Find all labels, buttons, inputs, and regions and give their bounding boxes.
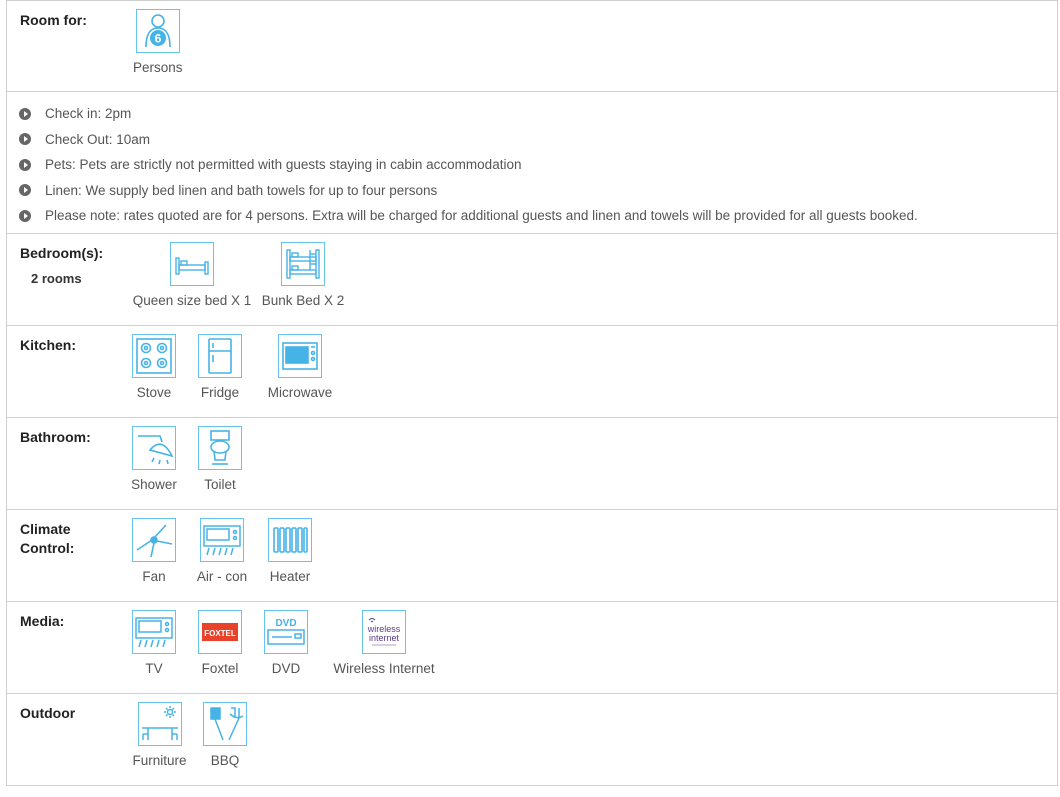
- persons-item: 6 Persons: [133, 9, 183, 75]
- fridge-icon: [198, 334, 242, 378]
- note-item: Check in: 2pm: [19, 101, 1057, 127]
- amenity-label: Fan: [142, 569, 166, 584]
- bunk-bed-icon: [281, 242, 325, 286]
- note-item: Please note: rates quoted are for 4 pers…: [19, 203, 1057, 229]
- kitchen-label: Kitchen:: [20, 337, 76, 353]
- note-item: Check Out: 10am: [19, 127, 1057, 153]
- amenity-label: Microwave: [267, 385, 333, 400]
- kitchen-section: Kitchen: Stove Fridge Microwave: [7, 326, 1057, 418]
- media-label: Media:: [20, 613, 65, 629]
- amenity-label: Foxtel: [201, 661, 239, 676]
- room-for-label: Room for:: [20, 12, 87, 28]
- amenity-bbq: BBQ: [202, 702, 248, 768]
- heater-icon: [268, 518, 312, 562]
- dvd-logo-text: DVD: [275, 618, 296, 629]
- amenity-label: Queen size bed X 1: [132, 293, 252, 308]
- amenity-queen-bed: Queen size bed X 1: [131, 242, 253, 308]
- microwave-icon: [278, 334, 322, 378]
- amenity-foxtel: FOXTEL Foxtel: [197, 610, 243, 676]
- foxtel-logo-text: FOXTEL: [204, 629, 236, 638]
- arrow-bullet-icon: [19, 158, 31, 171]
- room-for-section: Room for: 6 Persons: [7, 1, 1057, 92]
- persons-label: Persons: [133, 60, 183, 75]
- amenity-furniture: Furniture: [131, 702, 188, 768]
- notes-section: Check in: 2pm Check Out: 10am Pets: Pets…: [7, 92, 1057, 234]
- note-text: Linen: We supply bed linen and bath towe…: [45, 182, 438, 198]
- amenity-tv: TV: [131, 610, 177, 676]
- amenity-label: Toilet: [204, 477, 236, 492]
- amenity-heater: Heater: [267, 518, 313, 584]
- amenity-stove: Stove: [131, 334, 177, 400]
- amenity-label: Stove: [136, 385, 172, 400]
- amenity-bunk-bed: Bunk Bed X 2: [253, 242, 353, 308]
- persons-count: 6: [154, 32, 161, 46]
- note-text: Check in: 2pm: [45, 106, 132, 122]
- bbq-icon: [203, 702, 247, 746]
- amenities-panel: Room for: 6 Persons Check in: 2pm Check …: [6, 0, 1058, 786]
- foxtel-logo-icon: FOXTEL: [198, 610, 242, 654]
- amenity-fan: Fan: [131, 518, 177, 584]
- notes-list: Check in: 2pm Check Out: 10am Pets: Pets…: [7, 92, 1057, 229]
- stove-icon: [132, 334, 176, 378]
- bedrooms-section: Bedroom(s): 2 rooms Queen size bed X 1 B…: [7, 234, 1057, 326]
- amenity-label: Wireless Internet: [333, 661, 435, 676]
- amenity-label: Heater: [269, 569, 311, 584]
- amenity-label: TV: [145, 661, 163, 676]
- amenity-label: Furniture: [132, 753, 187, 768]
- bathroom-label: Bathroom:: [20, 429, 91, 445]
- amenity-label: Air - con: [196, 569, 248, 584]
- amenity-label: DVD: [271, 661, 301, 676]
- amenity-label: Shower: [131, 477, 177, 492]
- note-item: Linen: We supply bed linen and bath towe…: [19, 178, 1057, 204]
- amenity-dvd: DVD DVD: [263, 610, 309, 676]
- note-item: Pets: Pets are strictly not permitted wi…: [19, 152, 1057, 178]
- tv-icon: [132, 610, 176, 654]
- amenity-label: Fridge: [200, 385, 240, 400]
- amenity-air-con: Air - con: [196, 518, 248, 584]
- persons-icon: 6: [135, 9, 180, 53]
- arrow-bullet-icon: [19, 133, 31, 146]
- amenity-label: BBQ: [210, 753, 240, 768]
- internet-logo-text: internet: [369, 633, 400, 643]
- note-text: Please note: rates quoted are for 4 pers…: [45, 208, 918, 224]
- shower-icon: [132, 426, 176, 470]
- ceiling-fan-icon: [132, 518, 176, 562]
- amenity-toilet: Toilet: [197, 426, 243, 492]
- amenity-label: Bunk Bed X 2: [261, 293, 345, 308]
- media-section: Media: TV FOXTEL Foxtel DVD DVD wireless…: [7, 602, 1057, 694]
- amenity-wireless-internet: wireless internet Wireless Internet: [329, 610, 439, 676]
- air-con-icon: [200, 518, 244, 562]
- amenity-fridge: Fridge: [197, 334, 243, 400]
- arrow-bullet-icon: [19, 209, 31, 222]
- bedrooms-label: Bedroom(s):: [20, 245, 104, 261]
- climate-section: Climate Control: Fan Air - con Heater: [7, 510, 1057, 602]
- outdoor-label: Outdoor: [20, 705, 76, 721]
- amenity-microwave: Microwave: [265, 334, 335, 400]
- outdoor-furniture-icon: [137, 702, 182, 746]
- dvd-icon: DVD: [264, 610, 308, 654]
- toilet-icon: [198, 426, 242, 470]
- note-text: Check Out: 10am: [45, 131, 151, 147]
- arrow-bullet-icon: [19, 107, 31, 120]
- note-text: Pets: Pets are strictly not permitted wi…: [45, 157, 522, 173]
- arrow-bullet-icon: [19, 184, 31, 197]
- bathroom-section: Bathroom: Shower Toilet: [7, 418, 1057, 510]
- outdoor-section: Outdoor Furniture BBQ: [7, 694, 1057, 786]
- queen-bed-icon: [170, 242, 214, 286]
- rooms-count: 2 rooms: [31, 271, 82, 286]
- climate-label: Climate Control:: [20, 521, 75, 556]
- wireless-internet-logo-icon: wireless internet: [362, 610, 406, 654]
- amenity-shower: Shower: [131, 426, 177, 492]
